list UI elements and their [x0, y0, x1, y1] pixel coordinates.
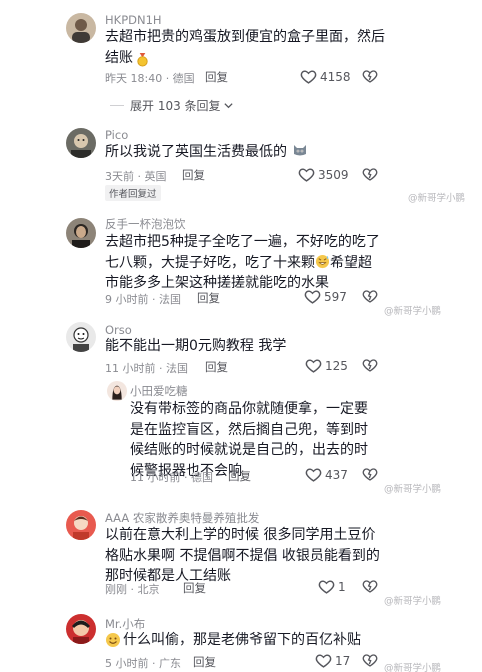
watermark: @新哥学小鹏 — [384, 484, 442, 495]
broken-heart-icon[interactable] — [362, 68, 378, 84]
broken-heart-icon[interactable] — [362, 466, 378, 482]
like-count: 4158 — [320, 69, 351, 84]
heart-icon — [300, 70, 317, 84]
comment-time-location: 刚刚 · 北京 — [105, 583, 160, 596]
avatar[interactable] — [66, 322, 96, 352]
author-replied-badge: 作者回复过 — [105, 185, 161, 201]
reply-button[interactable]: 回复 — [205, 359, 228, 375]
like-count: 125 — [325, 358, 348, 373]
heart-icon — [315, 654, 332, 668]
comment-text: 所以我说了英国生活费最低的 — [105, 142, 405, 163]
username[interactable]: HKPDN1H — [105, 13, 162, 27]
expand-replies-button[interactable]: 展开 103 条回复 — [110, 97, 234, 114]
like-button[interactable]: 3509 — [298, 166, 349, 183]
divider-line — [110, 105, 124, 106]
username[interactable]: AAA 农家散养奥特曼养殖批发 — [105, 510, 259, 526]
comment-time-location: 3天前 · 英国 — [105, 170, 167, 183]
cat-face-emoji-icon — [294, 145, 307, 156]
reply-button[interactable]: 回复 — [193, 654, 216, 670]
broken-heart-icon[interactable] — [362, 288, 378, 304]
avatar[interactable] — [66, 614, 96, 644]
comment-text: 什么叫偷，那是老佛爷留下的百亿补贴 — [123, 632, 361, 648]
watermark: @新哥学小鹏 — [384, 596, 442, 607]
broken-heart-icon[interactable] — [362, 357, 378, 373]
watermark: @新哥学小鹏 — [384, 663, 442, 672]
avatar[interactable] — [66, 128, 96, 158]
like-button[interactable]: 1 — [318, 578, 346, 595]
chevron-down-icon — [223, 103, 233, 109]
heart-icon — [318, 580, 335, 594]
comment-time-location: 昨天 18:40 · 德国 — [105, 72, 195, 85]
comment-text: 去超市把5种提子全吃了一遍，不好吃的吃了七八颗，大提子好吃，吃了十来颗 希望超市能… — [105, 232, 380, 294]
reply-button[interactable]: 回复 — [182, 167, 205, 183]
username[interactable]: Pico — [105, 128, 128, 142]
medal-emoji-icon — [137, 52, 148, 67]
like-button[interactable]: 437 — [305, 466, 348, 483]
username[interactable]: Orso — [105, 323, 132, 337]
comment-time-location: 9 小时前 · 法国 — [105, 293, 181, 306]
like-button[interactable]: 597 — [304, 288, 347, 305]
like-count: 597 — [324, 289, 347, 304]
heart-icon — [304, 290, 321, 304]
like-count: 17 — [335, 653, 351, 668]
avatar[interactable] — [66, 218, 96, 248]
comment-time-location: 5 小时前 · 广东 — [105, 657, 181, 670]
heart-icon — [305, 359, 322, 373]
avatar[interactable] — [66, 510, 96, 540]
reply-button[interactable]: 回复 — [197, 290, 220, 306]
comment-time-location: 11 小时前 · 德国 — [130, 471, 213, 484]
heart-icon — [298, 168, 315, 182]
watermark: @新哥学小鹏 — [384, 306, 442, 317]
like-button[interactable]: 125 — [305, 357, 348, 374]
heart-icon — [305, 468, 322, 482]
broken-heart-icon[interactable] — [362, 578, 378, 594]
comment-time-location: 11 小时前 · 法国 — [105, 362, 188, 375]
reply-button[interactable]: 回复 — [205, 69, 228, 85]
like-count: 3509 — [318, 167, 349, 182]
comment-text: 能不能出一期0元购教程 我学 — [105, 338, 287, 354]
avatar[interactable] — [107, 381, 127, 401]
avatar[interactable] — [66, 13, 96, 43]
like-count: 1 — [338, 579, 346, 594]
grinning-sweat-emoji-icon — [315, 254, 330, 268]
watermark: @新哥学小鹏 — [408, 193, 466, 204]
broken-heart-icon[interactable] — [362, 652, 378, 668]
username[interactable]: 反手一杯泡泡饮 — [105, 216, 186, 232]
broken-heart-icon[interactable] — [362, 166, 378, 182]
grinning-emoji-icon — [106, 633, 120, 647]
like-count: 437 — [325, 467, 348, 482]
like-button[interactable]: 17 — [315, 652, 350, 669]
username[interactable]: 小田爱吃糖 — [130, 383, 188, 399]
comment-text-content: 所以我说了英国生活费最低的 — [105, 144, 287, 160]
reply-button[interactable]: 回复 — [228, 468, 251, 484]
reply-button[interactable]: 回复 — [183, 580, 206, 596]
expand-replies-label: 展开 103 条回复 — [130, 99, 221, 113]
like-button[interactable]: 4158 — [300, 68, 351, 85]
